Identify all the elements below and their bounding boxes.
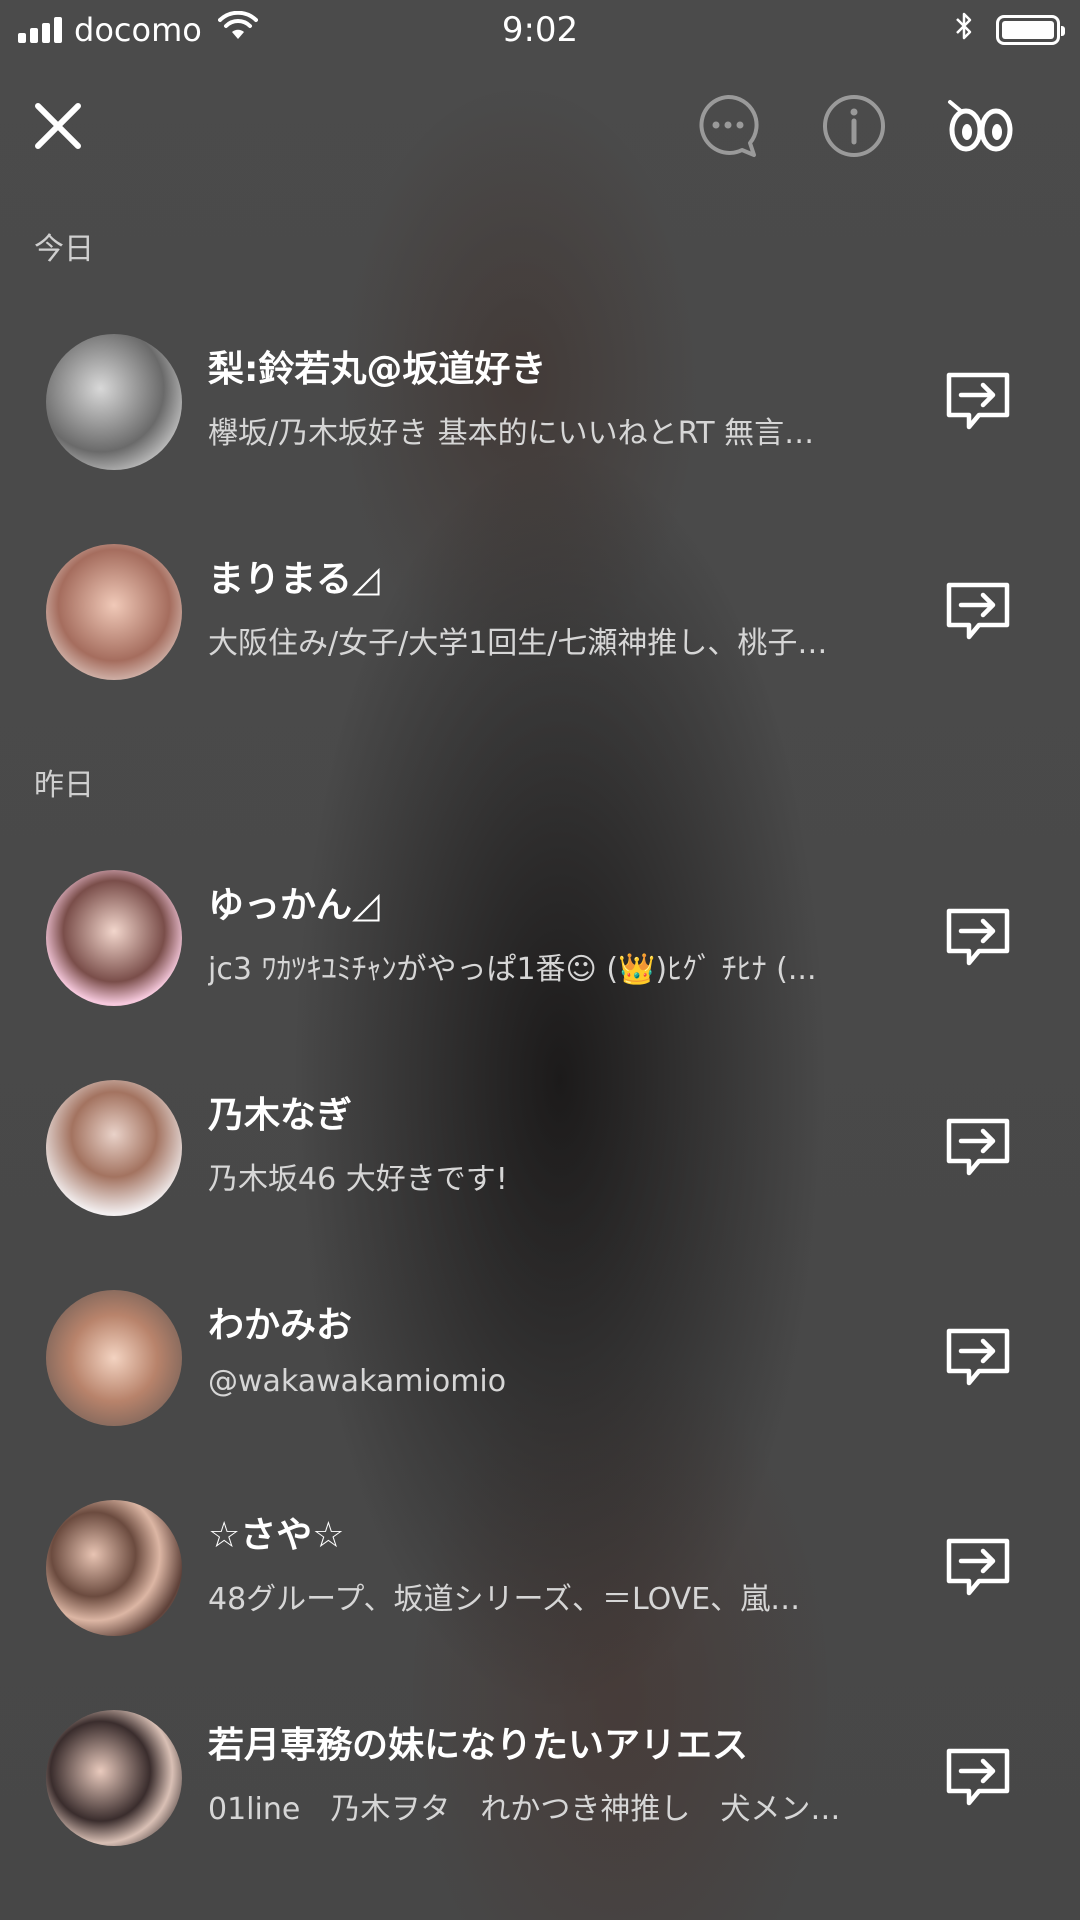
section-header-yesterday: 昨日	[34, 768, 94, 803]
chat-bubble-icon	[699, 94, 759, 157]
message-arrow-icon	[946, 372, 1010, 430]
message-button[interactable]	[940, 1530, 1016, 1606]
user-description: 乃木坂46 大好きです!	[208, 1162, 508, 1197]
close-icon	[35, 103, 81, 149]
message-arrow-icon	[946, 1328, 1010, 1386]
battery-icon	[996, 15, 1065, 45]
section-header-today: 今日	[34, 232, 94, 267]
user-name: 若月専務の妹になりたいアリエス	[208, 1725, 749, 1766]
avatar[interactable]	[46, 1500, 182, 1636]
list-item[interactable]: ☆さや☆ 48グループ、坂道シリーズ、＝LOVE、嵐…	[0, 1500, 1080, 1650]
list-item[interactable]: わかみお @wakawakamiomio	[0, 1290, 1080, 1440]
user-description: 48グループ、坂道シリーズ、＝LOVE、嵐…	[208, 1582, 801, 1617]
list-item[interactable]: ゆっかん◿ jc3 ﾜｶﾂｷﾕﾐﾁｬﾝがやっぱ1番☺ (👑)ﾋｸﾞ ﾁﾋﾅ (.…	[0, 870, 1080, 1020]
info-icon	[823, 95, 885, 157]
bluetooth-icon	[954, 10, 974, 50]
list-item[interactable]: まりまる◿ 大阪住み/女子/大学1回生/七瀬神推し、桃子…	[0, 544, 1080, 694]
toolbar	[0, 80, 1080, 160]
footprint-eyes-icon	[948, 100, 1013, 152]
message-button[interactable]	[940, 1320, 1016, 1396]
info-button[interactable]	[818, 90, 890, 162]
carrier-name: docomo	[74, 11, 202, 49]
message-arrow-icon	[946, 1748, 1010, 1806]
user-name: 梨:鈴若丸@坂道好き	[208, 349, 547, 390]
user-description: 大阪住み/女子/大学1回生/七瀬神推し、桃子…	[208, 626, 828, 661]
list-item[interactable]: 梨:鈴若丸@坂道好き 欅坂/乃木坂好き 基本的にいいねとRT 無言…	[0, 334, 1080, 484]
user-name: ☆さや☆	[208, 1515, 345, 1556]
signal-strength-icon	[18, 17, 62, 43]
message-button[interactable]	[940, 364, 1016, 440]
footprints-button[interactable]	[944, 90, 1016, 162]
message-button[interactable]	[940, 574, 1016, 650]
avatar[interactable]	[46, 1080, 182, 1216]
message-arrow-icon	[946, 1118, 1010, 1176]
message-arrow-icon	[946, 908, 1010, 966]
user-name: まりまる◿	[208, 559, 380, 600]
message-arrow-icon	[946, 582, 1010, 640]
user-description: jc3 ﾜｶﾂｷﾕﾐﾁｬﾝがやっぱ1番☺ (👑)ﾋｸﾞ ﾁﾋﾅ (...	[208, 952, 817, 987]
avatar[interactable]	[46, 544, 182, 680]
message-button[interactable]	[940, 1110, 1016, 1186]
user-description: 欅坂/乃木坂好き 基本的にいいねとRT 無言…	[208, 416, 815, 451]
avatar[interactable]	[46, 1290, 182, 1426]
close-button[interactable]	[22, 90, 94, 162]
avatar[interactable]	[46, 334, 182, 470]
user-description: @wakawakamiomio	[208, 1364, 507, 1399]
message-arrow-icon	[946, 1538, 1010, 1596]
user-name: ゆっかん◿	[208, 885, 380, 926]
message-button[interactable]	[940, 1740, 1016, 1816]
wifi-icon	[217, 10, 258, 49]
user-name: 乃木なぎ	[208, 1095, 353, 1136]
chat-button[interactable]	[692, 90, 764, 162]
avatar[interactable]	[46, 870, 182, 1006]
message-button[interactable]	[940, 900, 1016, 976]
list-item[interactable]: 乃木なぎ 乃木坂46 大好きです!	[0, 1080, 1080, 1230]
avatar[interactable]	[46, 1710, 182, 1846]
user-description: 01line 乃木ヲタ れかつき神推し 犬メン…	[208, 1792, 841, 1827]
list-item[interactable]: 若月専務の妹になりたいアリエス 01line 乃木ヲタ れかつき神推し 犬メン…	[0, 1710, 1080, 1860]
user-name: わかみお	[208, 1305, 353, 1346]
status-bar: docomo 9:02	[0, 0, 1080, 60]
